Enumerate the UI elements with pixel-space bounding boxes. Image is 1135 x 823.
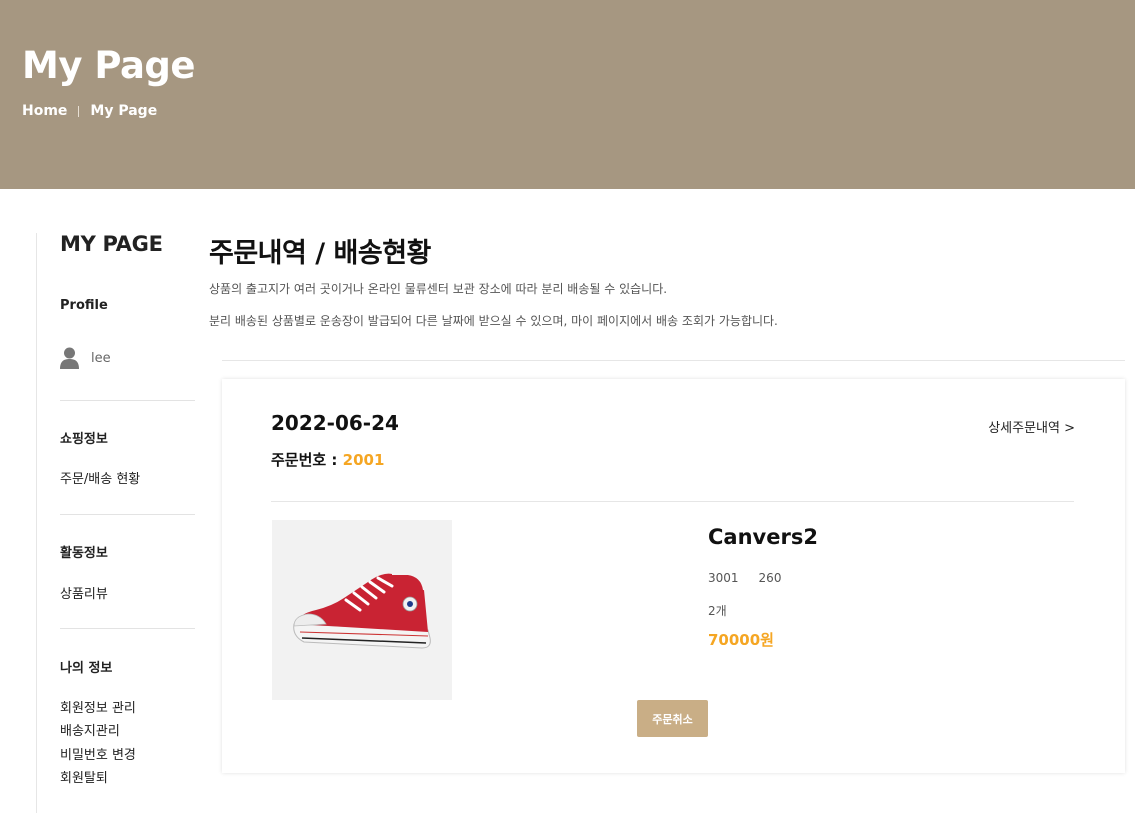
description-text: 분리 배송된 상품별로 운송장이 발급되어 다른 날짜에 받으실 수 있으며, …	[209, 314, 778, 328]
profile-label: Profile	[60, 298, 108, 313]
sidebar-divider	[60, 400, 195, 401]
order-number-value: 2001	[342, 451, 385, 469]
sidebar-link-order-status[interactable]: 주문/배송 현황	[60, 468, 140, 487]
product-price: 70000원	[708, 631, 774, 649]
sneaker-image	[293, 573, 431, 649]
sidebar-link-withdraw[interactable]: 회원탈퇴	[60, 767, 108, 786]
sidebar-heading-shopping: 쇼핑정보	[60, 432, 108, 447]
order-date: 2022-06-24	[271, 411, 399, 435]
order-number: 주문번호 : 2001	[271, 449, 384, 470]
breadcrumb-home-link[interactable]: Home	[22, 103, 67, 119]
sidebar-title: MY PAGE	[60, 232, 163, 256]
sidebar-link-reviews[interactable]: 상품리뷰	[60, 583, 108, 602]
username: lee	[91, 350, 111, 366]
sidebar-border	[36, 233, 37, 813]
sidebar-link-change-password[interactable]: 비밀번호 변경	[60, 744, 136, 763]
page-header: My Page Home My Page	[0, 0, 1135, 189]
breadcrumb-separator	[78, 105, 80, 117]
product-options: 3001 260	[708, 571, 781, 585]
product-quantity: 2개	[708, 604, 727, 618]
content-divider	[222, 360, 1125, 361]
product-size: 260	[758, 571, 782, 585]
profile: lee	[60, 347, 111, 369]
product-image[interactable]	[272, 520, 452, 700]
breadcrumb: Home My Page	[22, 103, 157, 119]
product-code: 3001	[708, 571, 739, 585]
user-icon	[60, 347, 79, 369]
product-name[interactable]: Canvers2	[708, 525, 818, 549]
cancel-order-button[interactable]: 주문취소	[637, 700, 708, 737]
order-number-label: 주문번호 :	[271, 451, 343, 469]
sidebar-divider	[60, 628, 195, 629]
order-detail-link[interactable]: 상세주문내역 >	[988, 417, 1075, 436]
page-title: 주문내역 / 배송현황	[209, 238, 431, 269]
breadcrumb-current: My Page	[90, 103, 158, 119]
card-divider	[271, 501, 1074, 502]
sidebar-link-member-info[interactable]: 회원정보 관리	[60, 697, 136, 716]
sidebar-link-addresses[interactable]: 배송지관리	[60, 720, 120, 739]
sidebar-heading-activity: 활동정보	[60, 546, 108, 561]
order-card: 2022-06-24 주문번호 : 2001 상세주문내역 > Canvers2…	[222, 379, 1125, 773]
sidebar-divider	[60, 514, 195, 515]
page-header-title: My Page	[22, 44, 196, 87]
sidebar: MY PAGE Profile lee 쇼핑정보 주문/배송 현황 활동정보 상…	[60, 232, 195, 786]
sidebar-heading-my-info: 나의 정보	[60, 661, 113, 676]
description-text: 상품의 출고지가 여러 곳이거나 온라인 물류센터 보관 장소에 따라 분리 배…	[209, 282, 668, 296]
